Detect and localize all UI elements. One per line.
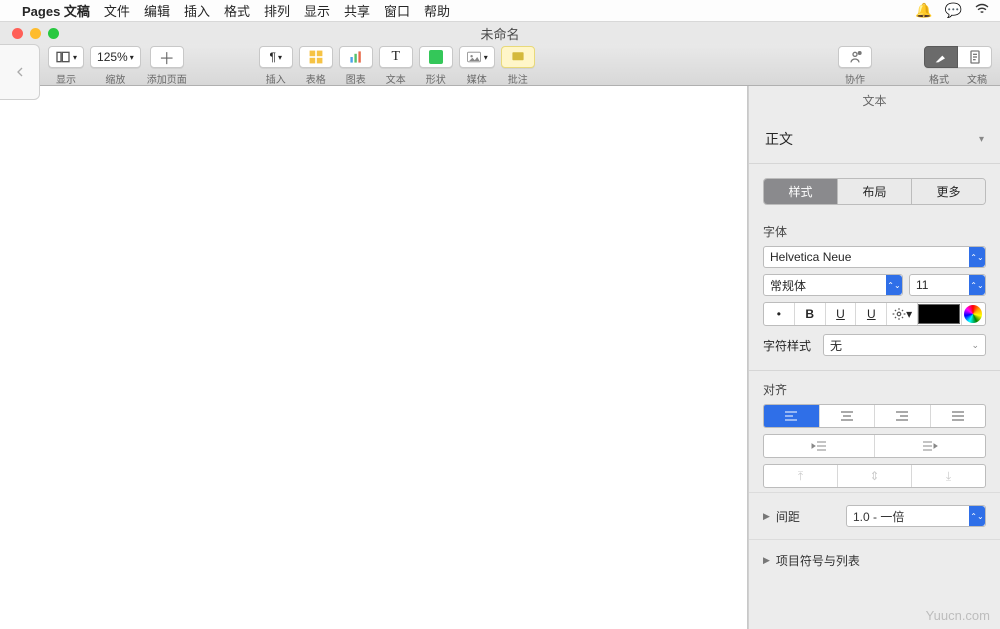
minimize-window-button[interactable] (30, 28, 41, 39)
bold-button[interactable]: B (794, 303, 825, 325)
document-inspector-button[interactable] (958, 46, 992, 68)
insert-button[interactable]: ¶▾ (259, 46, 293, 68)
notification-icon[interactable]: 🔔 (915, 2, 932, 19)
valign-top-button[interactable]: ⤒ (764, 465, 837, 487)
toolbar: ▾ 显示 125%▾ 缩放 ＋ 添加页面 ¶▾ 插入 表格 图表 T 文本 形状 (0, 44, 1000, 86)
add-page-button[interactable]: ＋ (150, 46, 184, 68)
menu-file[interactable]: 文件 (104, 1, 130, 20)
view-label: 显示 (56, 71, 76, 86)
text-color-swatch[interactable] (917, 303, 961, 325)
menu-share[interactable]: 共享 (344, 1, 370, 20)
underline-button[interactable]: U (825, 303, 856, 325)
text-button[interactable]: T (379, 46, 413, 68)
format-inspector: 文本 正文 ▾ 样式 布局 更多 字体 Helvetica Neue⌃⌄ 常规体… (748, 86, 1000, 629)
traffic-lights (12, 28, 59, 39)
app-menu[interactable]: Pages 文稿 (22, 1, 90, 20)
align-left-button[interactable] (764, 405, 819, 427)
disclosure-triangle-icon: ▶ (763, 555, 770, 566)
menu-window[interactable]: 窗口 (384, 1, 410, 20)
tab-layout[interactable]: 布局 (837, 179, 911, 204)
chart-button[interactable] (339, 46, 373, 68)
indent-button[interactable] (874, 435, 985, 457)
zoom-select[interactable]: 125%▾ (90, 46, 141, 68)
watermark: Yuucn.com (926, 608, 990, 623)
paragraph-style-select[interactable]: 正文 ▾ (749, 115, 1000, 164)
collab-button[interactable] (838, 46, 872, 68)
align-center-button[interactable] (819, 405, 875, 427)
add-page-label: 添加页面 (147, 71, 187, 86)
tab-more[interactable]: 更多 (911, 179, 985, 204)
char-style-select[interactable]: 无 ⌄ (823, 334, 986, 356)
view-button[interactable]: ▾ (48, 46, 84, 68)
window-title: 未命名 (480, 24, 519, 43)
line-spacing-select[interactable]: 1.0 - 一倍⌃⌄ (846, 505, 986, 527)
wifi-icon[interactable] (974, 1, 990, 20)
font-weight-select[interactable]: 常规体⌃⌄ (763, 274, 903, 296)
zoom-label: 缩放 (105, 71, 125, 86)
align-right-button[interactable] (874, 405, 930, 427)
menu-insert[interactable]: 插入 (184, 1, 210, 20)
color-picker-button[interactable] (961, 303, 985, 325)
document-canvas[interactable] (0, 86, 748, 629)
browser-back-tab[interactable] (0, 44, 40, 100)
bullet-style-button[interactable]: • (764, 303, 794, 325)
valign-bottom-button[interactable]: ⤓ (911, 465, 985, 487)
menu-help[interactable]: 帮助 (424, 1, 450, 20)
window-titlebar: 未命名 (0, 22, 1000, 44)
menu-edit[interactable]: 编辑 (144, 1, 170, 20)
menu-view[interactable]: 显示 (304, 1, 330, 20)
valign-middle-button[interactable]: ⇕ (837, 465, 911, 487)
font-size-field[interactable]: 11⌃⌄ (909, 274, 986, 296)
inspector-header: 文本 (749, 86, 1000, 115)
chevron-down-icon: ▾ (979, 134, 984, 145)
font-section-label: 字体 (763, 223, 986, 240)
align-justify-button[interactable] (930, 405, 986, 427)
mac-menubar: Pages 文稿 文件 编辑 插入 格式 排列 显示 共享 窗口 帮助 🔔 💬 (0, 0, 1000, 22)
table-button[interactable] (299, 46, 333, 68)
comment-button[interactable] (501, 46, 535, 68)
menu-arrange[interactable]: 排列 (264, 1, 290, 20)
outdent-button[interactable] (764, 435, 874, 457)
align-section-label: 对齐 (763, 381, 986, 398)
shape-button[interactable] (419, 46, 453, 68)
wechat-icon[interactable]: 💬 (945, 2, 962, 19)
menu-format[interactable]: 格式 (224, 1, 250, 20)
text-style-gear-button[interactable]: ▾ (886, 303, 917, 325)
inspector-tabs: 样式 布局 更多 (763, 178, 986, 205)
char-style-label: 字符样式 (763, 337, 815, 354)
close-window-button[interactable] (12, 28, 23, 39)
font-family-select[interactable]: Helvetica Neue⌃⌄ (763, 246, 986, 268)
font-style-row: • B U U ▾ (763, 302, 986, 326)
tab-style[interactable]: 样式 (764, 179, 837, 204)
media-button[interactable]: ▾ (459, 46, 495, 68)
lists-disclosure[interactable]: ▶ 项目符号与列表 (749, 539, 1000, 581)
strikethrough-button[interactable]: U (855, 303, 886, 325)
format-inspector-button[interactable] (924, 46, 958, 68)
spacing-disclosure[interactable]: ▶ 间距 1.0 - 一倍⌃⌄ (749, 492, 1000, 539)
zoom-window-button[interactable] (48, 28, 59, 39)
disclosure-triangle-icon: ▶ (763, 511, 770, 522)
